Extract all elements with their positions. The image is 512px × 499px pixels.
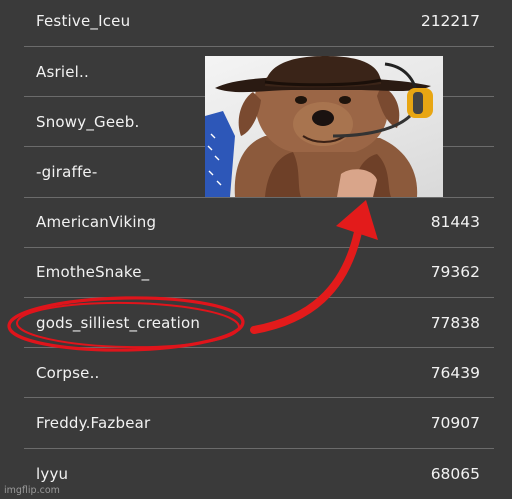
player-score: 70907 — [430, 413, 480, 432]
player-score: 81443 — [430, 213, 480, 232]
dog-photo — [205, 56, 443, 197]
player-score: 212217 — [420, 11, 480, 30]
player-name: -giraffe- — [36, 162, 98, 181]
player-score: 79362 — [430, 263, 480, 282]
leaderboard-row[interactable]: EmotheSnake_ 79362 — [24, 248, 494, 298]
player-score: 68065 — [430, 464, 480, 483]
leaderboard-row[interactable]: Corpse.. 76439 — [24, 348, 494, 399]
player-name: EmotheSnake_ — [36, 263, 150, 282]
player-name: Asriel.. — [36, 62, 89, 81]
meme-frame: Festive_Iceu 212217 Asriel.. Snowy_Geeb.… — [0, 0, 512, 499]
leaderboard-row[interactable]: lyyu 68065 — [24, 449, 494, 499]
player-name: Corpse.. — [36, 363, 100, 382]
leaderboard-row-highlighted[interactable]: gods_silliest_creation 77838 — [24, 298, 494, 349]
leaderboard-row[interactable]: Festive_Iceu 212217 — [24, 0, 494, 47]
player-score: 76439 — [430, 363, 480, 382]
player-name: gods_silliest_creation — [36, 313, 201, 332]
player-name: Festive_Iceu — [36, 11, 131, 30]
player-name: Snowy_Geeb. — [36, 112, 140, 131]
player-name: lyyu — [36, 464, 69, 483]
player-name: AmericanViking — [36, 213, 157, 232]
leaderboard-row[interactable]: AmericanViking 81443 — [24, 198, 494, 248]
player-name: Freddy.Fazbear — [36, 413, 151, 432]
imgflip-watermark: imgflip.com — [4, 485, 60, 496]
player-score: 77838 — [430, 313, 480, 332]
leaderboard-row[interactable]: Freddy.Fazbear 70907 — [24, 398, 494, 449]
